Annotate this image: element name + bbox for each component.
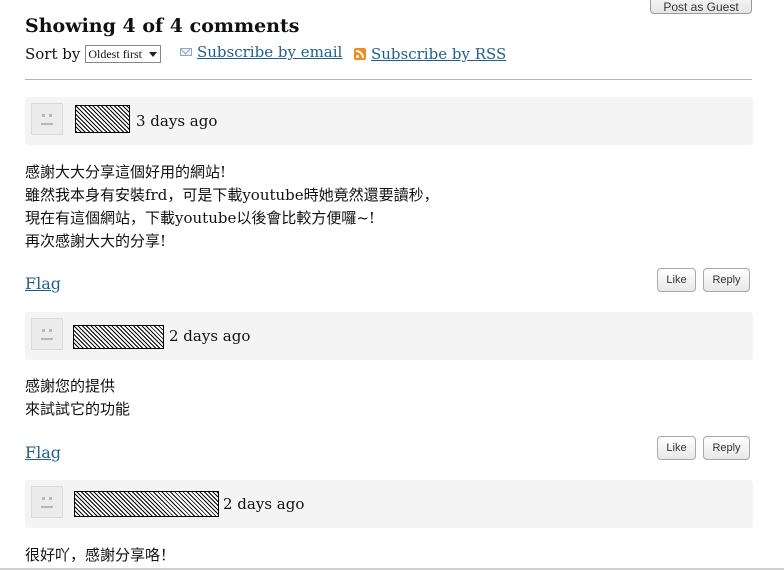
avatar-icon[interactable] xyxy=(31,318,63,350)
comment-timestamp[interactable]: 2 days ago xyxy=(223,480,304,528)
reply-button[interactable]: Reply xyxy=(703,268,750,292)
comment-timestamp[interactable]: 2 days ago xyxy=(169,312,250,360)
header-divider xyxy=(25,79,752,80)
comment-header: 3 days ago xyxy=(25,97,753,145)
comment-timestamp[interactable]: 3 days ago xyxy=(136,97,217,145)
comments-count-heading: Showing 4 of 4 comments xyxy=(25,15,300,37)
rss-icon xyxy=(354,48,366,60)
sort-label: Sort by xyxy=(25,45,81,63)
subscribe-rss-label: Subscribe by RSS xyxy=(371,45,507,63)
sort-control: Sort by Oldest first xyxy=(25,43,162,65)
author-name-redacted[interactable] xyxy=(73,325,164,349)
author-name-redacted[interactable] xyxy=(75,105,130,133)
comment-body: 感謝大大分享這個好用的網站! 雖然我本身有安裝frd，可是下載youtube時她… xyxy=(25,163,439,250)
chevron-down-icon xyxy=(149,52,158,57)
avatar-icon[interactable] xyxy=(31,486,63,518)
author-name-redacted[interactable] xyxy=(74,491,219,517)
subscribe-email-link[interactable]: Subscribe by email xyxy=(180,43,342,61)
like-button[interactable]: Like xyxy=(657,268,696,292)
flag-link[interactable]: Flag xyxy=(25,274,61,293)
reply-button[interactable]: Reply xyxy=(703,436,750,460)
post-as-guest-button[interactable]: Post as Guest xyxy=(650,0,752,14)
sort-select[interactable]: Oldest first xyxy=(85,45,162,63)
mail-icon xyxy=(180,48,192,56)
comment-header: 2 days ago xyxy=(25,312,753,360)
subscribe-rss-link[interactable]: Subscribe by RSS xyxy=(354,45,506,63)
comment-header: 2 days ago xyxy=(25,480,753,528)
sort-selected-value: Oldest first xyxy=(88,47,143,61)
comment-body: 很好吖，感謝分享咯！ xyxy=(25,546,176,564)
avatar-icon[interactable] xyxy=(31,103,63,135)
flag-link[interactable]: Flag xyxy=(25,443,61,462)
subscribe-email-label: Subscribe by email xyxy=(197,43,343,61)
comment-body: 感謝您的提供 來試試它的功能 xyxy=(25,377,131,418)
like-button[interactable]: Like xyxy=(657,436,696,460)
